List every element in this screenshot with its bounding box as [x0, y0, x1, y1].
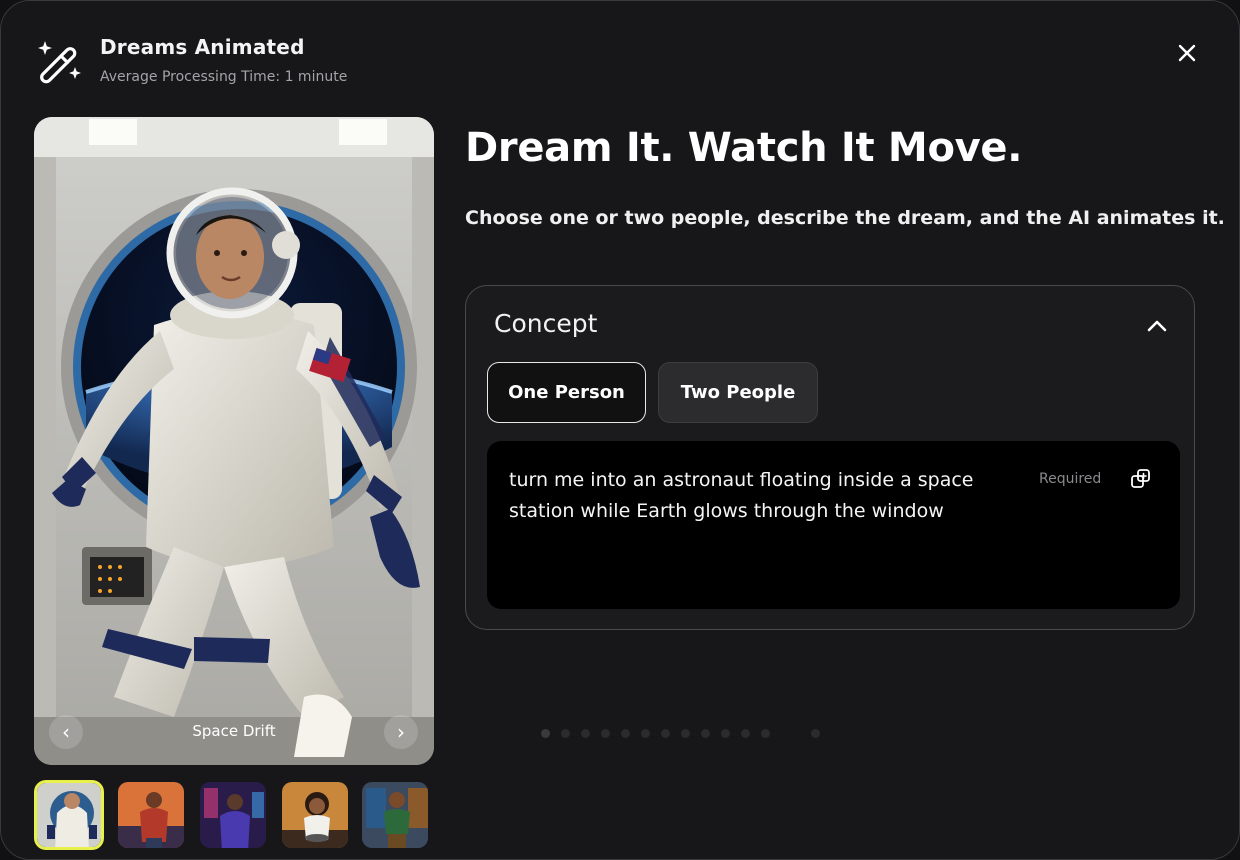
- one-person-button[interactable]: One Person: [487, 362, 646, 423]
- preview-image: ‹ Space Drift ›: [34, 117, 434, 765]
- headline: Dream It. Watch It Move.: [465, 125, 1023, 171]
- thumbnail-3[interactable]: [198, 780, 268, 850]
- subheadline: Choose one or two people, describe the d…: [465, 207, 1225, 229]
- thumbnail-2[interactable]: [116, 780, 186, 850]
- preview-caption: Space Drift: [192, 722, 276, 740]
- thumbnail-4[interactable]: [280, 780, 350, 850]
- two-people-button[interactable]: Two People: [658, 362, 818, 423]
- copy-icon[interactable]: [1130, 468, 1152, 490]
- app-title: Dreams Animated: [100, 35, 305, 59]
- close-icon[interactable]: [1173, 39, 1201, 67]
- thumbnail-space-drift[interactable]: [34, 780, 104, 850]
- magic-wand-sparkles-icon: [38, 41, 81, 84]
- dreams-animated-modal: Dreams Animated Average Processing Time:…: [0, 0, 1240, 860]
- processing-time: Average Processing Time: 1 minute: [100, 69, 348, 85]
- next-arrow-button[interactable]: ›: [384, 715, 418, 749]
- chevron-up-icon[interactable]: [1145, 314, 1169, 338]
- thumbnail-5[interactable]: [360, 780, 430, 850]
- astronaut-illustration: [34, 117, 434, 765]
- concept-panel: Concept One Person Two People turn me in…: [465, 285, 1195, 630]
- concept-title: Concept: [494, 309, 598, 338]
- prompt-textarea[interactable]: turn me into an astronaut floating insid…: [487, 441, 1180, 609]
- prompt-text[interactable]: turn me into an astronaut floating insid…: [509, 465, 989, 527]
- required-label: Required: [1039, 471, 1102, 487]
